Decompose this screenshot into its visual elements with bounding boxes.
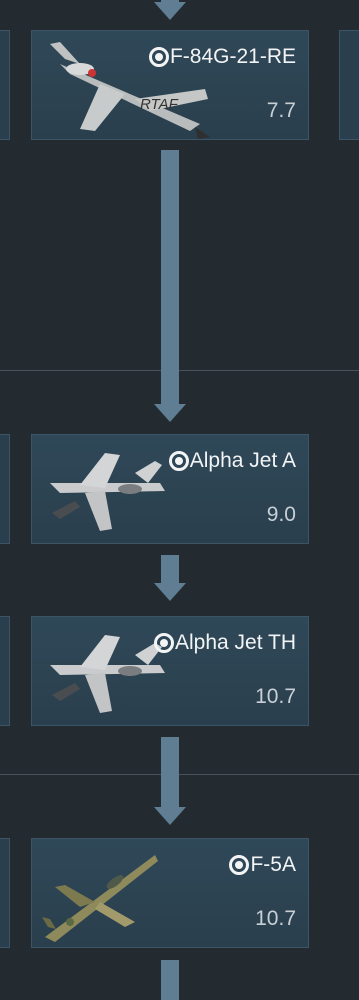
alpha-jet-aircraft-icon (50, 453, 165, 531)
battle-rating-label: 9.0 (266, 503, 296, 526)
tree-arrow (150, 737, 190, 827)
tree-arrow (150, 555, 190, 605)
battle-rating-label: 10.7 (255, 907, 296, 930)
neighbour-vehicle-card[interactable] (0, 434, 10, 544)
vehicle-card-alpha-jet-th[interactable]: Alpha Jet TH 10.7 (31, 616, 309, 726)
researched-marker-icon (229, 855, 250, 875)
battle-rating-label: 10.7 (255, 685, 296, 708)
neighbour-vehicle-card[interactable] (0, 838, 10, 948)
battle-rating-label: 7.7 (266, 99, 296, 122)
neighbour-vehicle-card[interactable] (0, 616, 10, 726)
svg-text:RTAF: RTAF (140, 96, 179, 113)
vehicle-card-f5a[interactable]: F-5A 10.7 (31, 838, 309, 948)
tree-arrow (150, 960, 190, 1000)
researched-marker-icon (153, 633, 174, 653)
vehicle-card-f84g[interactable]: RTAF F-84G-21-RE 7.7 (31, 30, 309, 140)
researched-marker-icon (148, 47, 169, 67)
neighbour-vehicle-card[interactable] (339, 30, 359, 140)
vehicle-card-alpha-jet-a[interactable]: Alpha Jet A 9.0 (31, 434, 309, 544)
tree-arrow (150, 150, 190, 426)
tree-arrow (150, 0, 190, 20)
vehicle-name-label: Alpha Jet A (168, 449, 296, 473)
researched-marker-icon (168, 451, 189, 471)
neighbour-vehicle-card[interactable] (0, 30, 10, 140)
vehicle-name-label: Alpha Jet TH (153, 631, 296, 655)
vehicle-name-label: F-5A (229, 853, 296, 877)
f5a-aircraft-icon (42, 855, 158, 942)
alpha-jet-aircraft-icon (50, 635, 165, 713)
vehicle-name-label: F-84G-21-RE (148, 45, 296, 69)
